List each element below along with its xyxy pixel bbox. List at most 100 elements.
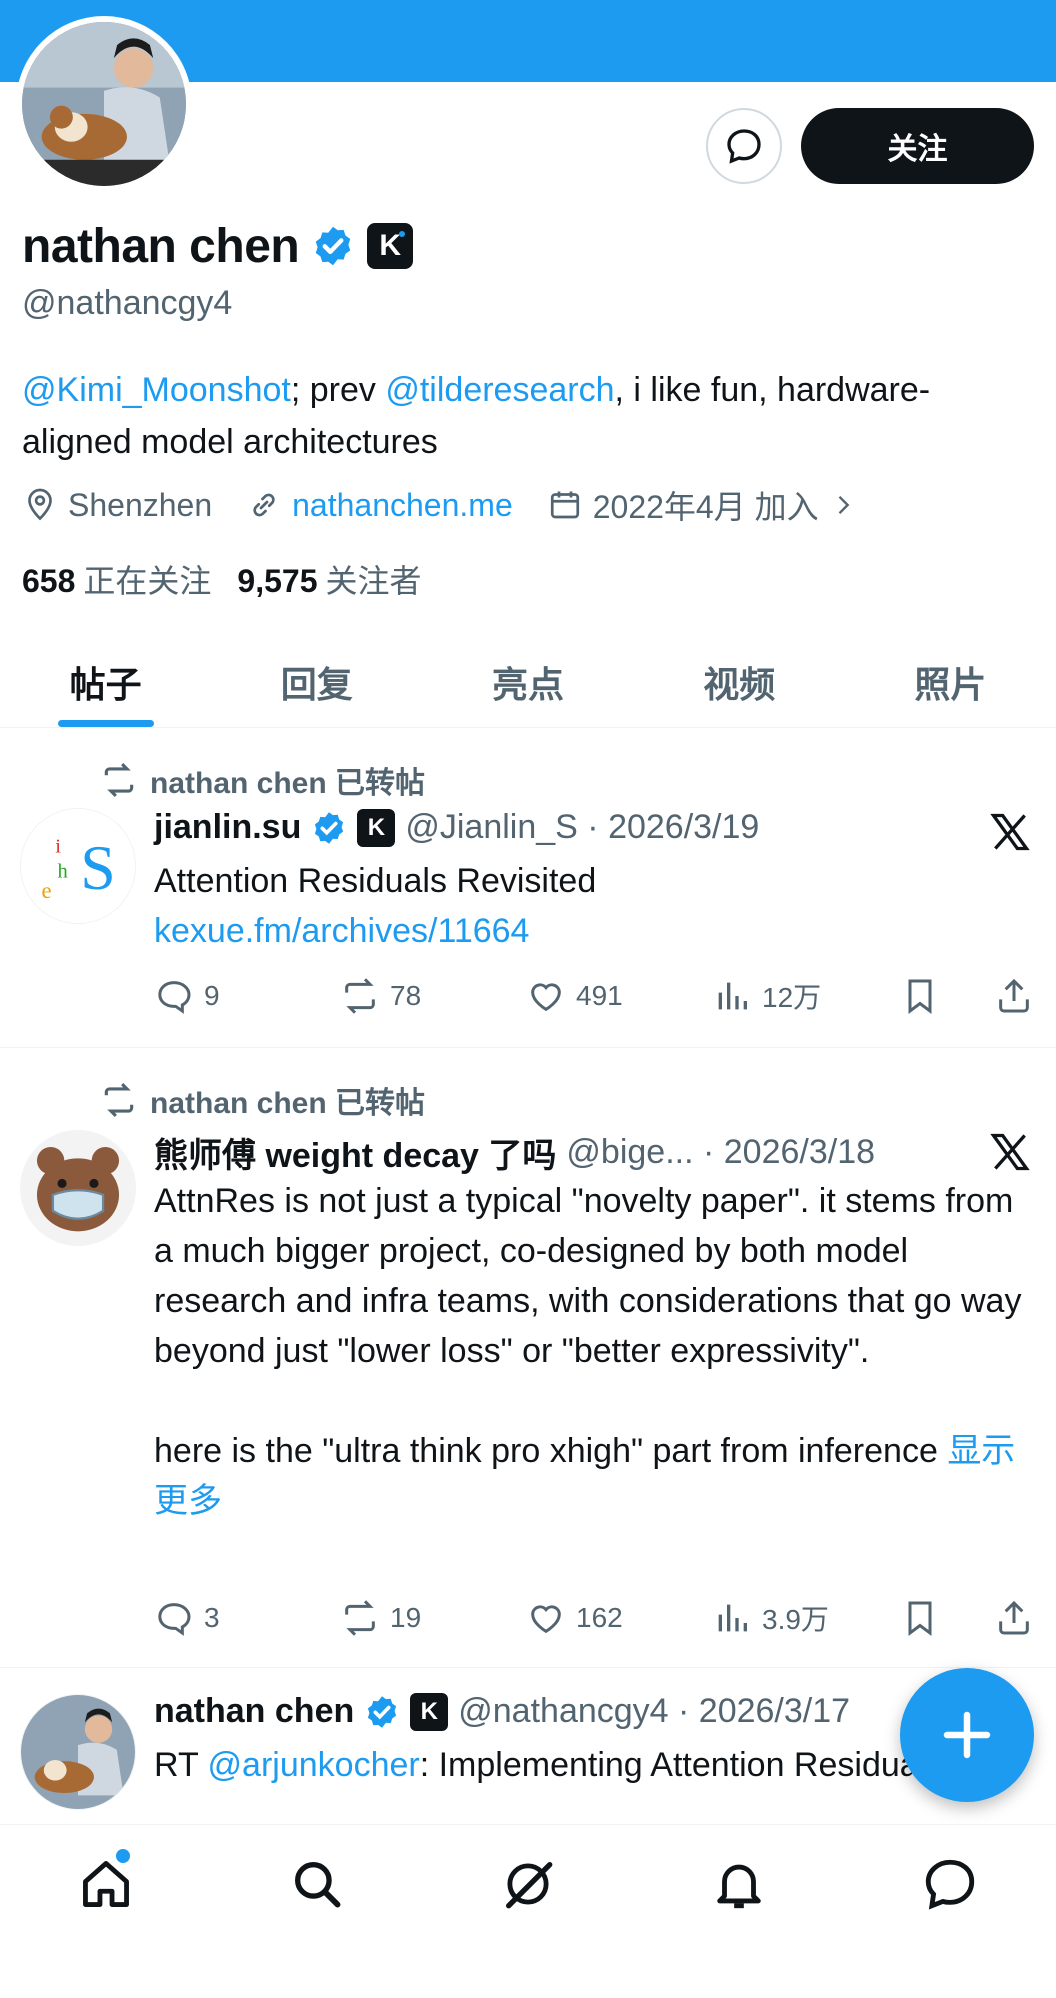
search-icon <box>294 1862 341 1908</box>
post-link[interactable]: kexue.fm/archives/11664 <box>154 912 529 950</box>
repost-icon <box>345 1600 375 1636</box>
bookmark-icon[interactable] <box>900 1598 940 1638</box>
website[interactable]: nathanchen.me <box>246 487 513 524</box>
post-author[interactable]: jianlin.su <box>154 808 301 847</box>
compose-button[interactable] <box>900 1668 1034 1802</box>
plus-icon <box>943 1711 991 1759</box>
avatar-photo <box>22 22 186 186</box>
reply-button[interactable]: 3 <box>154 1598 340 1638</box>
like-button[interactable]: 491 <box>526 976 712 1016</box>
post-avatar[interactable] <box>20 1130 136 1246</box>
link-icon <box>253 493 275 517</box>
reply-icon <box>158 981 191 1014</box>
x-logo-icon <box>990 1133 1030 1171</box>
svg-text:i: i <box>55 835 61 857</box>
bio-mention-tilde[interactable]: @tilderesearch <box>385 371 614 409</box>
post-header: nathan chen K @nathancgy4 · 2026/3/17 <box>154 1692 850 1731</box>
tab-videos[interactable]: 视频 <box>634 636 845 727</box>
reply-button[interactable]: 9 <box>154 976 340 1016</box>
message-button[interactable] <box>706 108 782 184</box>
bell-icon <box>717 1864 761 1909</box>
reply-icon <box>158 1603 191 1636</box>
bio-mention-kimi[interactable]: @Kimi_Moonshot <box>22 371 291 409</box>
post-item[interactable]: nathan chen K @nathancgy4 · 2026/3/17 RT… <box>0 1668 1056 1824</box>
share-icon[interactable] <box>994 1598 1034 1638</box>
follow-stats: 658 正在关注 9,575 关注者 <box>22 556 422 602</box>
calendar-icon <box>550 491 579 519</box>
post-avatar[interactable]: S i h e <box>20 808 136 924</box>
nav-grok[interactable] <box>422 1825 633 1998</box>
svg-text:e: e <box>42 878 52 903</box>
svg-text:h: h <box>57 860 67 882</box>
verified-icon <box>315 811 344 844</box>
views-icon <box>718 982 747 1010</box>
post-header: 熊师傅 weight decay 了吗 @bige... · 2026/3/18 <box>154 1128 875 1177</box>
verified-icon[interactable] <box>311 224 355 268</box>
tab-replies[interactable]: 回复 <box>211 636 422 727</box>
views-button[interactable]: 12万 <box>712 976 898 1016</box>
profile-name-row: nathan chen K <box>22 218 414 274</box>
repost-indicator: nathan chen 已转帖 <box>100 758 425 802</box>
tab-highlights[interactable]: 亮点 <box>422 636 633 727</box>
like-button[interactable]: 162 <box>526 1598 712 1638</box>
post-item[interactable]: nathan chen 已转帖 S i h e jianlin.su K @Ji… <box>0 728 1056 1048</box>
tab-photos[interactable]: 照片 <box>845 636 1056 727</box>
author-avatar-photo <box>21 1695 135 1809</box>
post-author[interactable]: 熊师傅 weight decay 了吗 <box>154 1128 556 1177</box>
notification-dot <box>116 1849 130 1863</box>
affiliate-badge: K <box>410 1692 449 1731</box>
post-header: jianlin.su K @Jianlin_S · 2026/3/19 <box>154 808 759 847</box>
profile-meta: Shenzhen nathanchen.me 2022年4月 加入 <box>22 480 891 530</box>
joined-date[interactable]: 2022年4月 加入 <box>547 482 857 528</box>
repost-indicator: nathan chen 已转帖 <box>100 1078 425 1122</box>
post-handle-date: @nathancgy4 · 2026/3/17 <box>458 1692 851 1730</box>
repost-icon <box>345 978 375 1014</box>
following-stat[interactable]: 658 正在关注 <box>22 556 211 602</box>
post-author[interactable]: nathan chen <box>154 1692 354 1731</box>
nav-search[interactable] <box>211 1825 422 1998</box>
chevron-right-icon <box>838 496 849 514</box>
post-actions: 9 78 491 12万 <box>154 974 1034 1018</box>
profile-name: nathan chen <box>22 219 300 273</box>
post-mention[interactable]: @arjunkocher <box>208 1746 420 1784</box>
followers-stat[interactable]: 9,575 关注者 <box>237 556 421 602</box>
repost-button[interactable]: 19 <box>340 1598 526 1638</box>
profile-avatar[interactable] <box>16 16 192 192</box>
home-icon <box>82 1861 129 1907</box>
author-avatar-logo: S i h e <box>21 809 135 923</box>
bookmark-icon[interactable] <box>900 976 940 1016</box>
nav-home[interactable] <box>0 1825 211 1998</box>
post-handle-date: @bige... · 2026/3/18 <box>566 1133 876 1171</box>
nav-notifications[interactable] <box>634 1825 845 1998</box>
nav-messages[interactable] <box>845 1825 1056 1998</box>
profile-tabs: 帖子 回复 亮点 视频 照片 <box>0 636 1056 728</box>
profile-bio: @Kimi_Moonshot; prev @tilderesearch, i l… <box>22 364 1022 468</box>
profile-handle: @nathancgy4 <box>22 284 233 322</box>
bottom-navigation <box>0 1824 1056 1998</box>
affiliate-badge[interactable]: K <box>367 223 414 269</box>
like-icon <box>531 1605 561 1634</box>
messages-icon <box>926 1859 975 1910</box>
bear-avatar <box>21 1131 135 1245</box>
location-icon <box>28 488 52 521</box>
affiliate-badge: K <box>357 808 396 847</box>
message-icon <box>727 129 761 164</box>
svg-text:S: S <box>80 832 116 903</box>
bio-text: ; prev <box>290 371 386 409</box>
location: Shenzhen <box>22 487 212 524</box>
views-button[interactable]: 3.9万 <box>712 1598 898 1638</box>
grok-icon <box>506 1862 553 1909</box>
share-icon[interactable] <box>994 976 1034 1016</box>
post-text: AttnRes is not just a typical "novelty p… <box>154 1182 1022 1520</box>
verified-icon <box>368 1695 397 1728</box>
post-item[interactable]: nathan chen 已转帖 熊师傅 weight decay 了吗 @big… <box>0 1048 1056 1668</box>
x-logo-icon <box>990 813 1030 851</box>
post-handle-date: @Jianlin_S · 2026/3/19 <box>405 808 760 846</box>
repost-icon <box>104 763 134 797</box>
repost-button[interactable]: 78 <box>340 976 526 1016</box>
tab-posts[interactable]: 帖子 <box>0 636 211 727</box>
post-avatar[interactable] <box>20 1694 136 1810</box>
repost-icon <box>104 1083 134 1117</box>
follow-button[interactable]: 关注 <box>801 108 1034 184</box>
views-icon <box>718 1604 747 1632</box>
